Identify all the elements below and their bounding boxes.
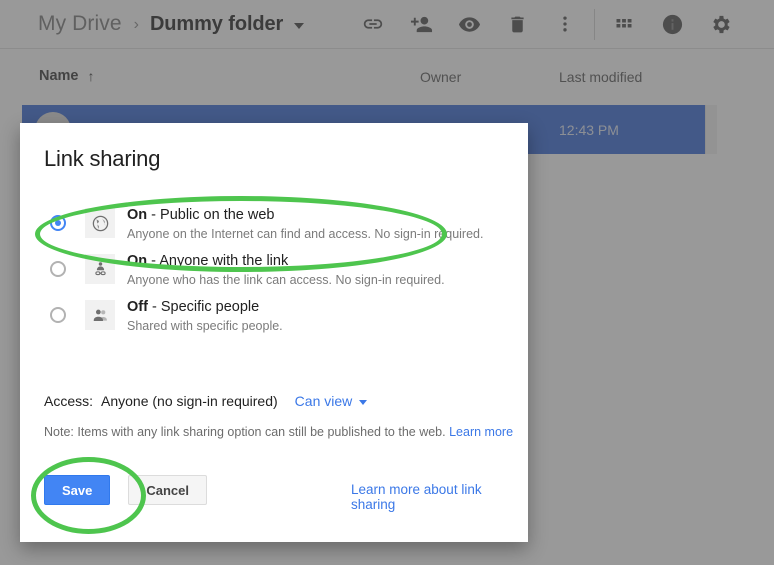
- option-label: Specific people: [160, 299, 260, 315]
- people-group-icon: [85, 300, 115, 330]
- option-heading: On - Public on the web: [127, 206, 483, 224]
- save-button[interactable]: Save: [44, 475, 111, 505]
- globe-icon: [85, 208, 115, 238]
- option-text: On - Anyone with the link Anyone who has…: [127, 252, 445, 289]
- option-text: On - Public on the web Anyone on the Int…: [127, 206, 483, 243]
- option-state: Off: [127, 299, 148, 315]
- note-learn-more-link[interactable]: Learn more: [449, 425, 513, 439]
- radio-public-on-the-web[interactable]: [50, 215, 66, 231]
- option-state: On: [127, 253, 148, 269]
- option-separator: -: [147, 299, 161, 315]
- sharing-note: Note: Items with any link sharing option…: [44, 425, 513, 439]
- link-sharing-options: On - Public on the web Anyone on the Int…: [20, 206, 528, 344]
- option-description: Anyone on the Internet can find and acce…: [127, 227, 484, 241]
- dialog-buttons: Save Cancel Learn more about link sharin…: [44, 475, 528, 512]
- access-value: Anyone (no sign-in required): [101, 393, 278, 409]
- option-description: Shared with specific people.: [127, 319, 283, 333]
- learn-more-about-link-sharing-link[interactable]: Learn more about link sharing: [351, 482, 528, 512]
- option-separator: -: [147, 207, 161, 223]
- option-description: Anyone who has the link can access. No s…: [127, 273, 445, 287]
- person-link-icon: [85, 254, 115, 284]
- sharing-note-text: Note: Items with any link sharing option…: [44, 425, 446, 439]
- access-label: Access:: [44, 393, 94, 409]
- link-sharing-dialog: Link sharing On - Public on the web Anyo…: [20, 123, 528, 542]
- option-label: Public on the web: [160, 207, 275, 223]
- chevron-down-icon: [359, 399, 368, 405]
- permission-dropdown[interactable]: Can view: [295, 393, 368, 409]
- screen: My Drive › Dummy folder: [0, 0, 774, 565]
- option-heading: Off - Specific people: [127, 298, 283, 316]
- option-public-on-the-web[interactable]: On - Public on the web Anyone on the Int…: [20, 206, 528, 252]
- option-label: Anyone with the link: [159, 253, 289, 269]
- option-heading: On - Anyone with the link: [127, 252, 445, 270]
- permission-dropdown-label: Can view: [294, 393, 353, 409]
- cancel-button[interactable]: Cancel: [128, 475, 208, 505]
- option-separator: -: [147, 253, 160, 269]
- option-specific-people[interactable]: Off - Specific people Shared with specif…: [20, 298, 528, 344]
- access-row: Access: Anyone (no sign-in required) Can…: [44, 393, 368, 409]
- option-state: On: [127, 207, 148, 223]
- option-text: Off - Specific people Shared with specif…: [127, 298, 283, 335]
- option-anyone-with-the-link[interactable]: On - Anyone with the link Anyone who has…: [20, 252, 528, 298]
- radio-anyone-with-the-link[interactable]: [50, 261, 66, 277]
- dialog-title: Link sharing: [44, 146, 161, 171]
- radio-specific-people[interactable]: [50, 307, 66, 323]
